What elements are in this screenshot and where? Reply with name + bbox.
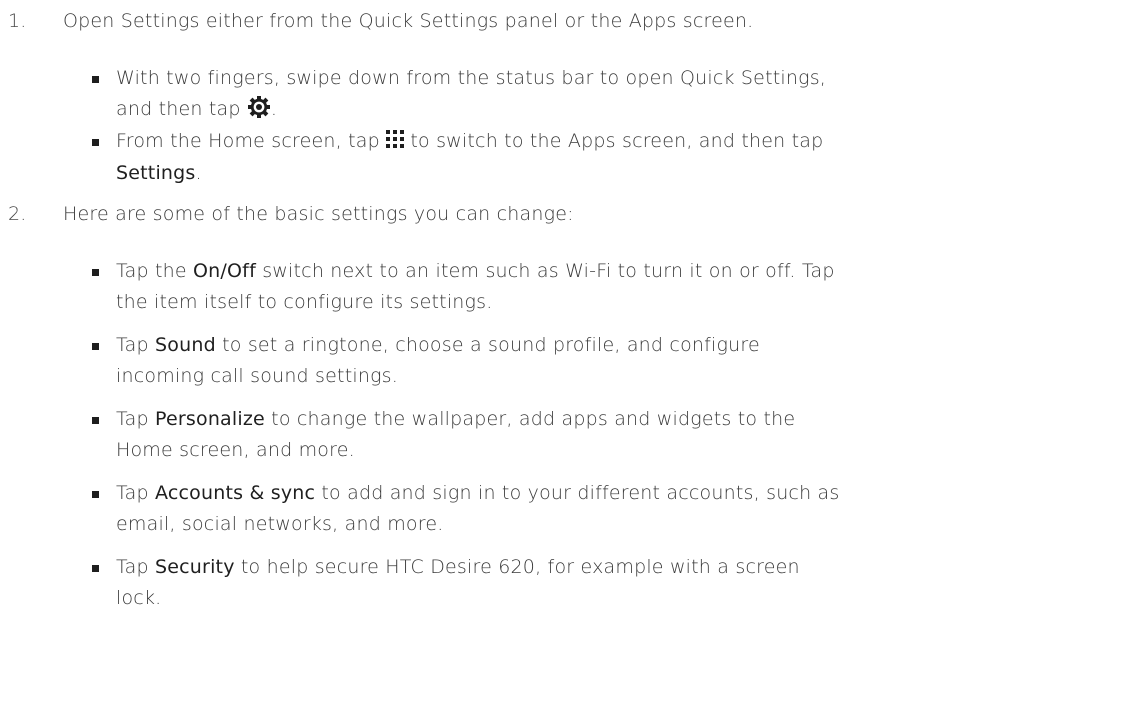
ui-term: Settings: [116, 162, 196, 184]
step-number: 1.: [8, 10, 27, 32]
step-text: Here are some of the basic settings you …: [63, 203, 574, 225]
ui-term: Sound: [155, 334, 216, 356]
bullet-marker: [92, 139, 99, 146]
ui-term: Personalize: [155, 408, 265, 430]
list-item-text: From the Home screen, tap to switch to t…: [116, 126, 1109, 189]
step-number: 2.: [8, 203, 27, 225]
bullet-marker: [92, 491, 99, 498]
ui-term: Accounts & sync: [155, 482, 316, 504]
step-text: Open Settings either from the Quick Sett…: [63, 10, 754, 32]
bullet-marker: [92, 343, 99, 350]
apps-grid-icon: [386, 127, 405, 158]
ui-term: Security: [155, 556, 235, 578]
ui-term: On/Off: [193, 260, 256, 282]
list-item-text: Tap Sound to set a ringtone, choose a so…: [116, 334, 760, 387]
list-item-text: Tap the On/Off switch next to an item su…: [116, 260, 835, 313]
bullet-marker: [92, 76, 99, 83]
list-item-text: Tap Accounts & sync to add and sign in t…: [116, 482, 840, 535]
bullet-marker: [92, 565, 99, 572]
bullet-marker: [92, 417, 99, 424]
bullet-marker: [92, 269, 99, 276]
list-item-text: Tap Security to help secure HTC Desire 6…: [116, 556, 800, 609]
list-item-text: Tap Personalize to change the wallpaper,…: [116, 408, 796, 461]
gear-icon: [247, 95, 271, 129]
list-item-text: With two fingers, swipe down from the st…: [116, 63, 1109, 129]
